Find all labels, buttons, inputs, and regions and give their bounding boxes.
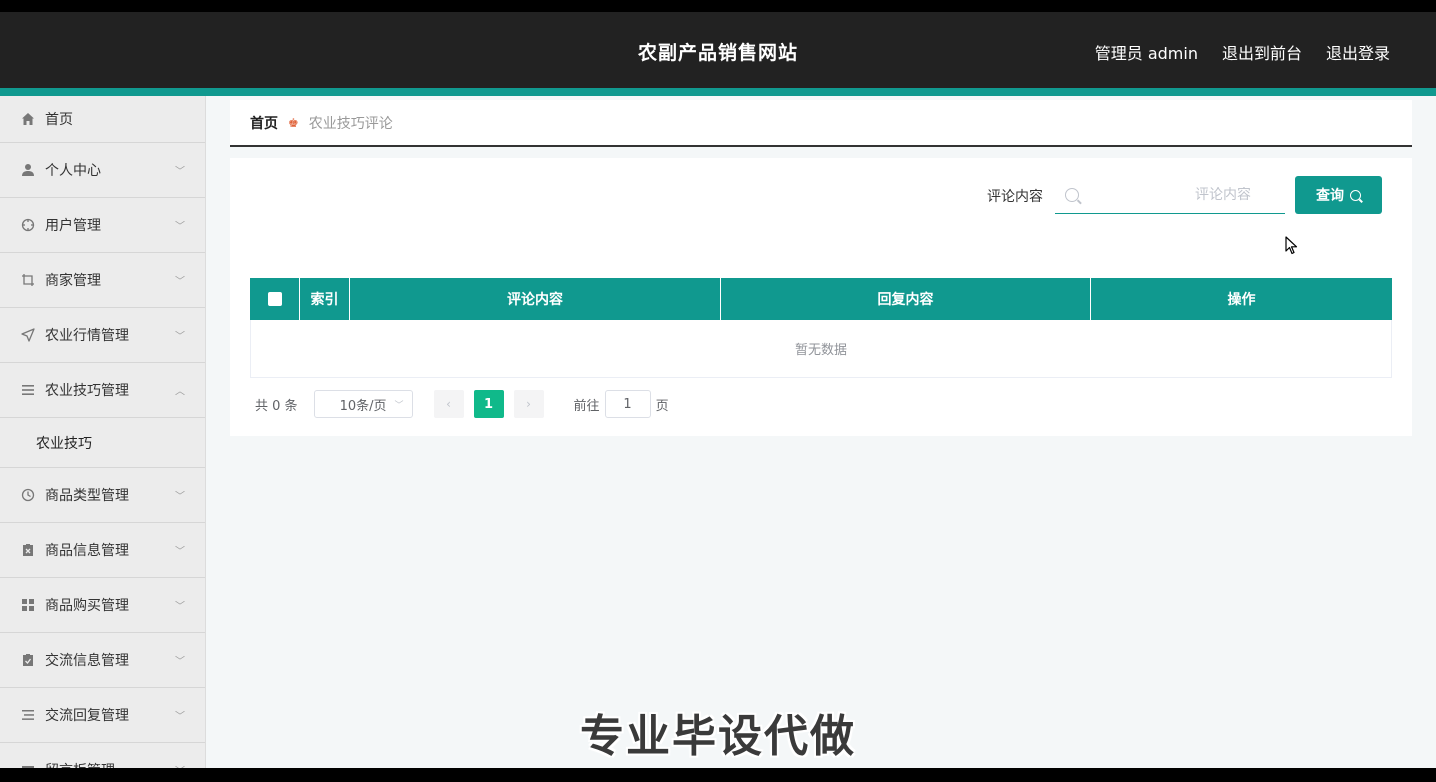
sidebar-item-label: 商品类型管理	[45, 488, 129, 504]
column-header-actions: 操作	[1227, 292, 1256, 308]
sidebar-item-merchants[interactable]: 商家管理 ﹀	[0, 253, 205, 308]
clipboard-x-icon	[20, 542, 36, 558]
chevron-down-icon: ﹀	[175, 601, 185, 613]
send-icon	[20, 327, 36, 343]
prev-page-button[interactable]: ‹	[433, 390, 464, 418]
comments-table: 索引 评论内容 回复内容 操作 暂无数据	[250, 278, 1392, 378]
home-icon	[20, 111, 36, 127]
table-header: 索引 评论内容 回复内容 操作	[250, 278, 1392, 320]
pagination-total: 共 0 条	[255, 398, 298, 414]
breadcrumb-separator-icon: ♚	[288, 115, 299, 130]
goto-suffix: 页	[655, 398, 669, 414]
chevron-right-icon: ›	[526, 397, 531, 411]
sidebar-item-home[interactable]: 首页	[0, 96, 205, 143]
search-icon	[1065, 187, 1079, 202]
breadcrumb: 首页 ♚ 农业技巧评论	[230, 100, 1412, 147]
sidebar-item-tips[interactable]: 农业技巧管理 ︿	[0, 363, 205, 418]
chevron-down-icon: ﹀	[394, 400, 404, 411]
page-size-select[interactable]: 10条/页 ﹀	[313, 390, 413, 418]
goto-prefix: 前往	[573, 398, 600, 414]
chevron-left-icon: ‹	[446, 397, 451, 411]
sidebar-item-label: 用户管理	[45, 218, 101, 234]
exit-to-front-link[interactable]: 退出到前台	[1222, 40, 1302, 64]
sidebar-item-label: 首页	[45, 112, 73, 128]
goto-page-input[interactable]	[604, 390, 651, 418]
user-icon	[20, 162, 36, 178]
top-header: 农副产品销售网站 管理员 admin 退出到前台 退出登录	[0, 12, 1436, 88]
chevron-up-icon: ︿	[175, 386, 185, 398]
search-input[interactable]	[1079, 186, 1279, 203]
sidebar-item-label: 商品信息管理	[45, 543, 129, 559]
admin-label: 管理员 admin	[1094, 44, 1198, 63]
sidebar-item-purchases[interactable]: 商品购买管理 ﹀	[0, 578, 205, 633]
chevron-down-icon: ﹀	[175, 331, 185, 343]
search-field-wrapper	[1055, 176, 1285, 214]
next-page-button[interactable]: ›	[513, 390, 544, 418]
sidebar-item-product-info[interactable]: 商品信息管理 ﹀	[0, 523, 205, 578]
sidebar-item-product-types[interactable]: 商品类型管理 ﹀	[0, 468, 205, 523]
chevron-down-icon: ﹀	[175, 546, 185, 558]
column-header-reply: 回复内容	[721, 278, 1091, 320]
breadcrumb-home[interactable]: 首页	[250, 113, 278, 133]
sidebar-item-label: 交流信息管理	[45, 653, 129, 669]
select-all-cell	[250, 278, 300, 320]
sidebar: 首页 个人中心 ﹀ 用户管理 ﹀ 商家管理 ﹀ 农业行情管理 ﹀ 农业技巧管理 …	[0, 96, 206, 768]
pagination: 共 0 条 10条/页 ﹀ ‹ 1 › 前往 页	[255, 390, 669, 418]
column-header-index: 索引	[300, 278, 350, 320]
logout-link[interactable]: 退出登录	[1326, 40, 1390, 64]
query-button-label: 查询	[1316, 188, 1344, 204]
search-icon	[1350, 189, 1361, 201]
sidebar-item-label: 商品购买管理	[45, 598, 129, 614]
sidebar-item-users[interactable]: 用户管理 ﹀	[0, 198, 205, 253]
query-button[interactable]: 查询	[1295, 176, 1382, 214]
sidebar-item-label: 个人中心	[45, 163, 101, 179]
chevron-down-icon: ﹀	[175, 166, 185, 178]
clock-icon	[20, 487, 36, 503]
content-panel: 评论内容 查询 索引 评论内容 回复内容 操作 暂无数据 共 0 条	[230, 158, 1412, 436]
chevron-down-icon: ﹀	[175, 656, 185, 668]
header-accent-bar	[0, 88, 1436, 96]
chevron-down-icon: ﹀	[175, 491, 185, 503]
sidebar-subitem-tips[interactable]: 农业技巧	[0, 418, 205, 468]
crop-icon	[20, 272, 36, 288]
column-header-comment: 评论内容	[350, 278, 721, 320]
search-label: 评论内容	[987, 189, 1043, 205]
watermark-text: 专业毕设代做	[580, 711, 856, 762]
crosshair-icon	[20, 217, 36, 233]
page-number-current[interactable]: 1	[473, 390, 504, 418]
sidebar-item-label: 农业行情管理	[45, 328, 129, 344]
sidebar-item-label: 农业技巧管理	[45, 383, 129, 399]
sidebar-item-market[interactable]: 农业行情管理 ﹀	[0, 308, 205, 363]
table-empty-state: 暂无数据	[250, 320, 1392, 378]
menu-icon	[20, 382, 36, 398]
app-screen: 农副产品销售网站 管理员 admin 退出到前台 退出登录 首页 个人中心 ﹀ …	[0, 12, 1436, 768]
sidebar-item-exchange-info[interactable]: 交流信息管理 ﹀	[0, 633, 205, 688]
header-actions: 管理员 admin 退出到前台 退出登录	[1095, 40, 1390, 64]
mouse-cursor-icon	[1285, 236, 1298, 255]
breadcrumb-current: 农业技巧评论	[308, 115, 393, 132]
sidebar-item-label: 商家管理	[45, 273, 101, 289]
clipboard-check-icon	[20, 652, 36, 668]
grid-icon	[20, 597, 36, 613]
sidebar-item-profile[interactable]: 个人中心 ﹀	[0, 143, 205, 198]
select-all-checkbox[interactable]	[267, 292, 282, 306]
chevron-down-icon: ﹀	[175, 221, 185, 233]
page-size-value: 10条/页	[339, 398, 387, 414]
goto-page: 前往 页	[574, 390, 669, 418]
chevron-down-icon: ﹀	[175, 276, 185, 288]
